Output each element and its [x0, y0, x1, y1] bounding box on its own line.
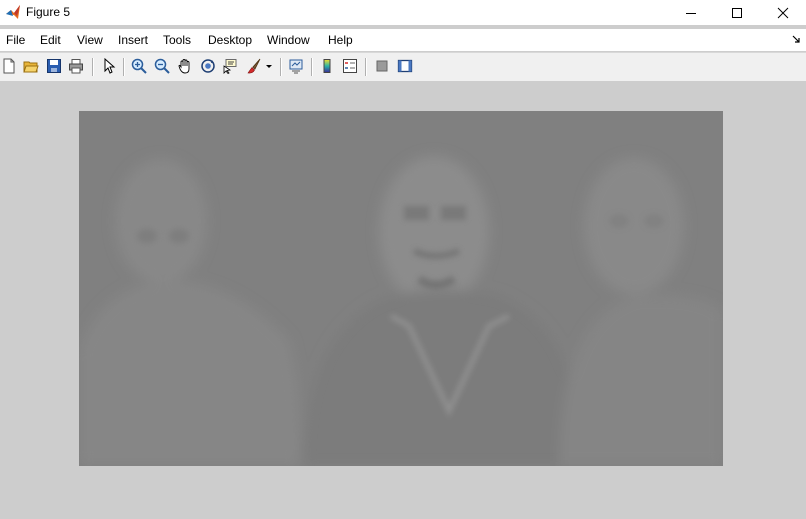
rotate-3d-icon	[201, 59, 215, 73]
insert-colorbar-button[interactable]	[318, 57, 336, 75]
insert-colorbar-icon	[323, 59, 331, 73]
brush-button[interactable]	[245, 57, 263, 75]
insert-legend-icon	[343, 59, 357, 73]
show-plot-tools-icon	[397, 59, 413, 73]
zoom-out-button[interactable]	[153, 57, 171, 75]
close-icon	[777, 7, 789, 18]
insert-legend-button[interactable]	[341, 57, 359, 75]
print-icon	[69, 59, 83, 74]
menu-help[interactable]: Help	[328, 32, 353, 48]
link-plot-icon	[289, 59, 303, 74]
menu-insert[interactable]: Insert	[118, 32, 148, 48]
menu-edit[interactable]: Edit	[40, 32, 61, 48]
hide-plot-tools-button[interactable]	[373, 57, 391, 75]
brush-icon	[247, 58, 261, 74]
menu-tools[interactable]: Tools	[163, 32, 191, 48]
menu-desktop[interactable]: Desktop	[208, 32, 252, 48]
save-icon	[47, 59, 61, 73]
new-figure-icon	[3, 58, 15, 74]
rotate-3d-button[interactable]	[199, 57, 217, 75]
print-button[interactable]	[67, 57, 85, 75]
hide-plot-tools-icon	[376, 60, 388, 72]
save-button[interactable]	[45, 57, 63, 75]
menu-file[interactable]: File	[6, 32, 25, 48]
matlab-logo-icon	[6, 5, 20, 19]
menu-bar: File Edit View Insert Tools Desktop Wind…	[0, 29, 806, 51]
maximize-icon	[732, 7, 742, 18]
edit-plot-button[interactable]	[100, 57, 118, 75]
edit-plot-arrow-icon	[104, 58, 116, 74]
grayscale-image-display	[79, 111, 723, 466]
pan-hand-icon	[178, 59, 190, 74]
toolbar-separator	[280, 58, 282, 76]
toolbar-separator	[123, 58, 125, 76]
minimize-icon	[686, 12, 696, 14]
data-cursor-icon	[223, 59, 237, 74]
pan-button[interactable]	[176, 57, 194, 75]
zoom-in-icon	[131, 58, 147, 74]
new-figure-button[interactable]	[0, 57, 18, 75]
zoom-in-button[interactable]	[130, 57, 148, 75]
menu-window[interactable]: Window	[267, 32, 310, 48]
brush-dropdown-icon	[266, 65, 272, 68]
title-bar: Figure 5	[0, 0, 806, 25]
open-file-icon	[23, 61, 39, 73]
close-button[interactable]	[760, 0, 806, 25]
brush-dropdown-button[interactable]	[264, 57, 274, 75]
maximize-button[interactable]	[714, 0, 760, 25]
toolbar-separator	[92, 58, 94, 76]
link-plot-button[interactable]	[287, 57, 305, 75]
menu-view[interactable]: View	[77, 32, 103, 48]
window-title: Figure 5	[26, 5, 71, 19]
data-cursor-button[interactable]	[221, 57, 239, 75]
toolbar-separator	[365, 58, 367, 76]
minimize-button[interactable]	[668, 0, 714, 25]
figure-toolbar	[0, 52, 806, 82]
open-file-button[interactable]	[22, 57, 40, 75]
show-plot-tools-button[interactable]	[396, 57, 414, 75]
dock-arrow-icon[interactable]	[792, 35, 800, 43]
toolbar-separator	[311, 58, 313, 76]
zoom-out-icon	[154, 58, 170, 74]
